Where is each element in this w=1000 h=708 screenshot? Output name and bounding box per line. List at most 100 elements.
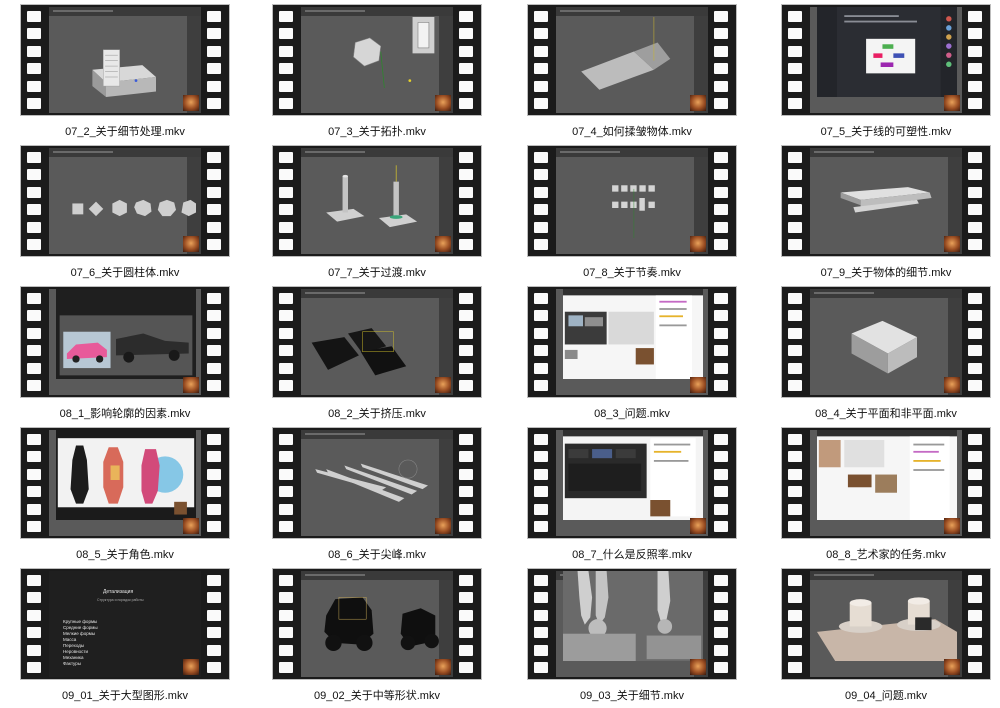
film-perforations	[459, 152, 475, 250]
video-file-tile[interactable]: 08_3_问题.mkv	[527, 286, 737, 422]
video-file-tile[interactable]: 08_6_关于尖峰.mkv	[272, 427, 482, 563]
film-hole	[534, 486, 548, 498]
film-hole	[459, 434, 473, 445]
film-hole	[207, 204, 221, 216]
film-hole	[207, 186, 221, 198]
webcam-overlay	[183, 377, 199, 393]
video-file-tile[interactable]: 08_8_艺术家的任务.mkv	[781, 427, 991, 563]
file-name-label[interactable]: 07_6_关于圆柱体.mkv	[20, 264, 230, 280]
film-hole	[534, 186, 548, 198]
film-hole	[459, 503, 473, 515]
film-hole	[788, 327, 802, 339]
film-hole	[27, 45, 41, 57]
video-file-tile[interactable]: 07_7_关于过渡.mkv	[272, 145, 482, 281]
film-perforations	[534, 11, 550, 109]
file-name-label[interactable]: 08_3_问题.mkv	[527, 405, 737, 421]
file-name-label[interactable]: 09_03_关于细节.mkv	[527, 687, 737, 703]
film-hole	[207, 644, 221, 656]
file-name-label[interactable]: 08_1_影响轮廓的因素.mkv	[20, 405, 230, 421]
file-name-label[interactable]: 08_6_关于尖峰.mkv	[272, 546, 482, 562]
file-name-label[interactable]: 08_7_什么是反照率.mkv	[527, 546, 737, 562]
film-perforations	[968, 575, 984, 673]
film-hole	[279, 434, 293, 445]
file-name-label[interactable]: 08_5_关于角色.mkv	[20, 546, 230, 562]
webcam-overlay	[690, 518, 706, 534]
film-hole	[207, 609, 221, 621]
file-name-label[interactable]: 07_2_关于细节处理.mkv	[20, 123, 230, 139]
file-name-label[interactable]: 07_3_关于拓扑.mkv	[272, 123, 482, 139]
film-hole	[788, 152, 802, 163]
file-name-label[interactable]: 08_2_关于挤压.mkv	[272, 405, 482, 421]
video-file-tile[interactable]: 08_5_关于角色.mkv	[20, 427, 230, 563]
video-file-tile[interactable]: 09_02_关于中等形状.mkv	[272, 568, 482, 704]
film-hole	[714, 63, 728, 75]
film-hole	[968, 451, 982, 463]
film-hole	[279, 310, 293, 322]
film-perforations	[714, 575, 730, 673]
video-file-tile[interactable]: 09_04_问题.mkv	[781, 568, 991, 704]
video-file-tile[interactable]: 08_1_影响轮廓的因素.mkv	[20, 286, 230, 422]
film-hole	[968, 45, 982, 57]
film-hole	[207, 434, 221, 445]
webcam-overlay	[183, 518, 199, 534]
film-perforations	[459, 575, 475, 673]
video-file-tile[interactable]: 09_03_关于细节.mkv	[527, 568, 737, 704]
video-file-tile[interactable]: 07_4_如何揉皱物体.mkv	[527, 4, 737, 140]
video-file-tile[interactable]: 08_4_关于平面和非平面.mkv	[781, 286, 991, 422]
film-perforations	[207, 575, 223, 673]
film-hole	[459, 592, 473, 604]
file-name-label[interactable]: 07_4_如何揉皱物体.mkv	[527, 123, 737, 139]
video-file-tile[interactable]: 07_9_关于物体的细节.mkv	[781, 145, 991, 281]
film-hole	[279, 644, 293, 656]
film-hole	[968, 345, 982, 357]
film-hole	[27, 63, 41, 75]
film-hole	[534, 293, 548, 304]
film-hole	[788, 486, 802, 498]
file-name-label[interactable]: 09_01_关于大型图形.mkv	[20, 687, 230, 703]
film-hole	[459, 327, 473, 339]
video-file-tile[interactable]: 07_2_关于细节处理.mkv	[20, 4, 230, 140]
video-file-tile[interactable]: 08_2_关于挤压.mkv	[272, 286, 482, 422]
file-name-label[interactable]: 07_5_关于线的可塑性.mkv	[781, 123, 991, 139]
film-perforations	[714, 434, 730, 532]
video-file-tile[interactable]: Детализация Структура и порядок работы Кру…	[20, 568, 230, 704]
video-file-tile[interactable]: 07_6_关于圆柱体.mkv	[20, 145, 230, 281]
film-hole	[714, 238, 728, 250]
film-hole	[27, 204, 41, 216]
film-hole	[968, 11, 982, 22]
film-hole	[788, 661, 802, 673]
video-file-tile[interactable]: 07_5_关于线的可塑性.mkv	[781, 4, 991, 140]
film-hole	[279, 345, 293, 357]
film-perforations	[788, 152, 804, 250]
file-name-label[interactable]: 09_02_关于中等形状.mkv	[272, 687, 482, 703]
file-name-label[interactable]: 08_8_艺术家的任务.mkv	[781, 546, 991, 562]
video-file-tile[interactable]: 08_7_什么是反照率.mkv	[527, 427, 737, 563]
film-hole	[279, 592, 293, 604]
film-hole	[459, 293, 473, 304]
file-name-label[interactable]: 08_4_关于平面和非平面.mkv	[781, 405, 991, 421]
film-hole	[968, 379, 982, 391]
film-hole	[788, 451, 802, 463]
file-name-label[interactable]: 07_7_关于过渡.mkv	[272, 264, 482, 280]
webcam-overlay	[944, 377, 960, 393]
film-hole	[207, 293, 221, 304]
film-hole	[534, 238, 548, 250]
film-hole	[534, 63, 548, 75]
film-hole	[459, 169, 473, 181]
film-hole	[459, 609, 473, 621]
file-name-label[interactable]: 07_8_关于节奏.mkv	[527, 264, 737, 280]
film-strip-thumbnail	[272, 568, 482, 680]
webcam-overlay	[435, 518, 451, 534]
file-name-label[interactable]: 07_9_关于物体的细节.mkv	[781, 264, 991, 280]
film-hole	[714, 45, 728, 57]
film-hole	[714, 327, 728, 339]
film-perforations	[27, 434, 43, 532]
film-hole	[968, 238, 982, 250]
video-file-tile[interactable]: 07_3_关于拓扑.mkv	[272, 4, 482, 140]
video-frame-preview	[810, 7, 962, 113]
film-perforations	[207, 434, 223, 532]
film-hole	[788, 293, 802, 304]
film-perforations	[279, 293, 295, 391]
video-file-tile[interactable]: 07_8_关于节奏.mkv	[527, 145, 737, 281]
file-name-label[interactable]: 09_04_问题.mkv	[781, 687, 991, 703]
